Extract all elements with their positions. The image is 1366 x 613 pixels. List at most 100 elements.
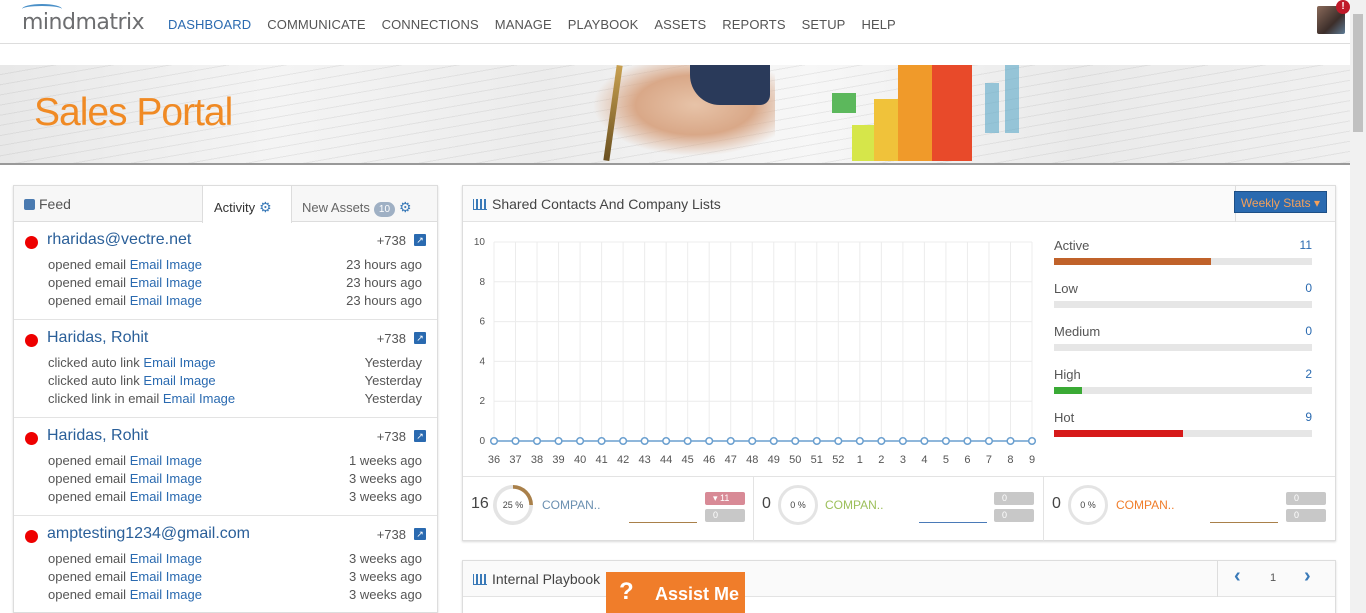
data-point bbox=[726, 436, 735, 446]
company-summary-cell[interactable]: 16 25 % COMPAN.. ▾ 11 0 bbox=[463, 477, 754, 541]
data-point bbox=[898, 436, 907, 446]
notification-badge[interactable]: ! bbox=[1336, 0, 1350, 14]
external-link-icon[interactable]: ↗ bbox=[414, 332, 426, 344]
asset-link[interactable]: Email Image bbox=[163, 391, 235, 406]
nav-connections[interactable]: CONNECTIONS bbox=[382, 17, 479, 32]
company-summary-cell[interactable]: 0 0 % COMPAN.. 0 0 bbox=[754, 477, 1044, 541]
nav-setup[interactable]: SETUP bbox=[802, 17, 846, 32]
asset-link[interactable]: Email Image bbox=[130, 569, 202, 584]
gears-icon[interactable]: ⚙ bbox=[399, 199, 412, 216]
chevron-left-icon[interactable]: ‹ bbox=[1234, 565, 1241, 588]
nav-playbook[interactable]: PLAYBOOK bbox=[568, 17, 639, 32]
bar-illustration bbox=[852, 125, 876, 161]
asset-link[interactable]: Email Image bbox=[130, 471, 202, 486]
asset-link[interactable]: Email Image bbox=[130, 453, 202, 468]
contact-name[interactable]: rharidas@vectre.net bbox=[47, 231, 191, 249]
x-tick-label: 8 bbox=[1007, 454, 1013, 466]
x-tick-label: 43 bbox=[639, 454, 651, 466]
feed-activity-line: opened email Email Image bbox=[48, 489, 202, 504]
activity-time: 3 weeks ago bbox=[349, 471, 422, 486]
status-dot-icon bbox=[25, 432, 38, 445]
company-count: 0 bbox=[1052, 495, 1061, 512]
sparkline bbox=[629, 522, 697, 523]
company-list-name[interactable]: COMPAN.. bbox=[825, 498, 883, 512]
tab-new-assets[interactable]: New Assets 10 ⚙ bbox=[292, 186, 439, 222]
data-point bbox=[662, 436, 671, 446]
nav-assets[interactable]: ASSETS bbox=[654, 17, 706, 32]
activity-time: 23 hours ago bbox=[346, 293, 422, 308]
nav-dashboard[interactable]: DASHBOARD bbox=[168, 17, 251, 32]
data-point bbox=[834, 436, 843, 446]
external-link-icon[interactable]: ↗ bbox=[414, 430, 426, 442]
stat-bar-fill bbox=[1054, 258, 1212, 265]
activity-time: Yesterday bbox=[364, 355, 422, 370]
bar-chart-icon bbox=[473, 199, 487, 210]
data-point bbox=[748, 436, 757, 446]
company-list-name[interactable]: COMPAN.. bbox=[1116, 498, 1174, 512]
new-assets-count-badge: 10 bbox=[373, 202, 396, 217]
sparkline bbox=[919, 522, 987, 523]
weekly-stats-dropdown[interactable]: Weekly Stats ▾ bbox=[1233, 191, 1327, 213]
contact-name[interactable]: Haridas, Rohit bbox=[47, 329, 148, 347]
y-tick-label: 4 bbox=[479, 356, 485, 367]
nav-manage[interactable]: MANAGE bbox=[495, 17, 552, 32]
percent-ring: 0 % bbox=[778, 485, 818, 525]
stat-medium: Medium 0 bbox=[1054, 324, 1312, 351]
external-link-icon[interactable]: ↗ bbox=[414, 234, 426, 246]
contact-name[interactable]: Haridas, Rohit bbox=[47, 427, 148, 445]
page-number[interactable]: 1 bbox=[1270, 572, 1276, 584]
asset-link[interactable]: Email Image bbox=[130, 551, 202, 566]
x-tick-label: 7 bbox=[986, 454, 992, 466]
chevron-right-icon[interactable]: › bbox=[1304, 565, 1311, 588]
stat-bar-fill bbox=[1054, 430, 1183, 437]
nav-reports[interactable]: REPORTS bbox=[722, 17, 785, 32]
x-tick-label: 5 bbox=[943, 454, 949, 466]
gears-icon[interactable]: ⚙ bbox=[259, 199, 272, 216]
x-tick-label: 36 bbox=[488, 454, 500, 466]
nav-help[interactable]: HELP bbox=[861, 17, 895, 32]
internal-playbook-panel: Internal Playbook ‹ 1 › bbox=[462, 560, 1336, 613]
data-point bbox=[511, 436, 520, 446]
asset-link[interactable]: Email Image bbox=[143, 373, 215, 388]
contact-score: +738 bbox=[376, 429, 406, 444]
x-tick-label: 1 bbox=[857, 454, 863, 466]
assist-me-button[interactable]: ? Assist Me bbox=[606, 572, 745, 613]
asset-link[interactable]: Email Image bbox=[143, 355, 215, 370]
stat-value[interactable]: 11 bbox=[1300, 238, 1312, 252]
asset-link[interactable]: Email Image bbox=[130, 257, 202, 272]
y-tick-label: 8 bbox=[479, 277, 485, 288]
data-point bbox=[963, 436, 972, 446]
asset-link[interactable]: Email Image bbox=[130, 275, 202, 290]
stat-value[interactable]: 0 bbox=[1305, 324, 1312, 338]
stat-value[interactable]: 9 bbox=[1305, 410, 1312, 424]
stat-value[interactable]: 2 bbox=[1305, 367, 1312, 381]
x-tick-label: 38 bbox=[531, 454, 543, 466]
tab-activity[interactable]: Activity ⚙ bbox=[202, 186, 292, 223]
y-tick-label: 10 bbox=[474, 237, 486, 248]
stat-low: Low 0 bbox=[1054, 281, 1312, 308]
feed-activity-line: opened email Email Image bbox=[48, 587, 202, 602]
asset-link[interactable]: Email Image bbox=[130, 293, 202, 308]
data-point bbox=[640, 436, 649, 446]
percent-ring: 25 % bbox=[493, 485, 533, 525]
stat-value[interactable]: 0 bbox=[1305, 281, 1312, 295]
x-tick-label: 51 bbox=[811, 454, 823, 466]
asset-link[interactable]: Email Image bbox=[130, 587, 202, 602]
contact-name[interactable]: amptesting1234@gmail.com bbox=[47, 525, 250, 543]
asset-link[interactable]: Email Image bbox=[130, 489, 202, 504]
activity-time: 3 weeks ago bbox=[349, 489, 422, 504]
external-link-icon[interactable]: ↗ bbox=[414, 528, 426, 540]
feed-activity-line: opened email Email Image bbox=[48, 293, 202, 308]
tab-feed[interactable]: Feed bbox=[14, 186, 202, 222]
percent-ring: 0 % bbox=[1068, 485, 1108, 525]
company-summary-cell[interactable]: 0 0 % COMPAN.. 0 0 bbox=[1044, 477, 1335, 541]
data-point bbox=[619, 436, 628, 446]
nav-communicate[interactable]: COMMUNICATE bbox=[267, 17, 365, 32]
company-list-name[interactable]: COMPAN.. bbox=[542, 498, 600, 512]
mindmatrix-logo[interactable]: mindmatrix bbox=[22, 4, 145, 35]
contact-score: +738 bbox=[376, 527, 406, 542]
contact-score: +738 bbox=[376, 233, 406, 248]
scrollbar-thumb[interactable] bbox=[1353, 14, 1363, 132]
main-nav: DASHBOARD COMMUNICATE CONNECTIONS MANAGE… bbox=[168, 17, 912, 32]
page-scrollbar[interactable] bbox=[1350, 0, 1366, 613]
